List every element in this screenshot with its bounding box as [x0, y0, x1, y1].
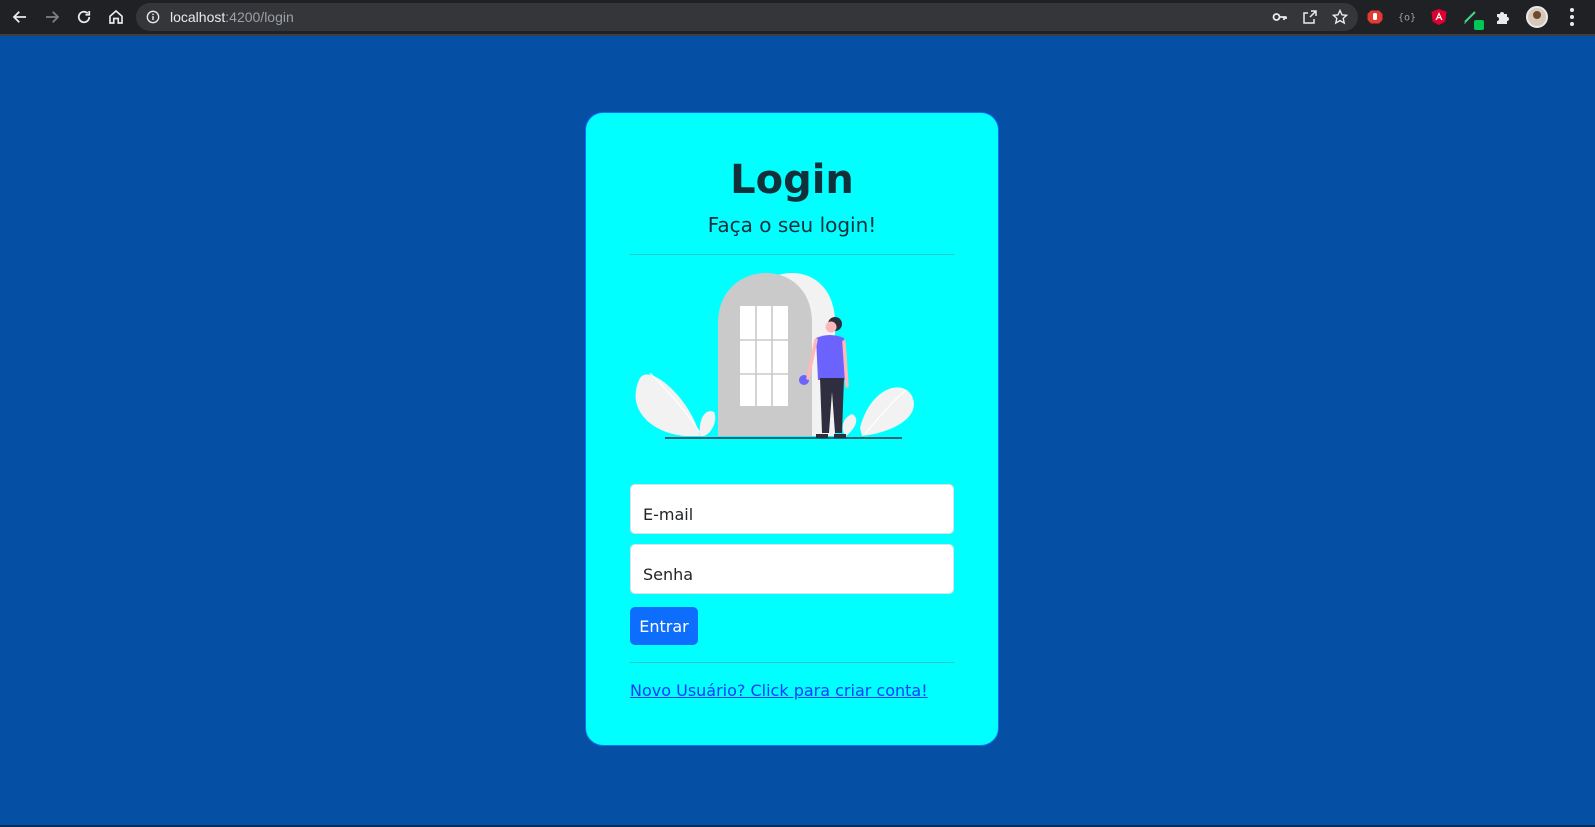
url-path: :4200/login: [225, 9, 294, 25]
reload-icon[interactable]: [68, 0, 100, 34]
title-divider: [630, 254, 954, 255]
home-icon[interactable]: [100, 0, 132, 34]
email-placeholder: E-mail: [643, 505, 694, 524]
browser-toolbar: localhost:4200/login {o}: [0, 0, 1595, 34]
puzzle-icon[interactable]: [1494, 8, 1512, 26]
browser-menu-icon[interactable]: [1562, 0, 1582, 34]
angular-icon[interactable]: [1430, 8, 1448, 26]
stop-hand-icon[interactable]: [1366, 8, 1384, 26]
key-icon[interactable]: [1272, 9, 1288, 25]
login-card: Login Faça o seu login! E-mail Senha Ent…: [585, 112, 999, 746]
form-divider: [630, 662, 954, 663]
page-subtitle: Faça o seu login!: [707, 213, 877, 237]
address-bar[interactable]: localhost:4200/login: [136, 3, 1358, 31]
url-host: localhost: [170, 9, 226, 25]
page-title: Login: [730, 157, 854, 203]
toolbar-divider: [0, 34, 1595, 36]
back-arrow-icon[interactable]: [4, 0, 36, 34]
share-icon[interactable]: [1302, 9, 1318, 25]
email-field[interactable]: E-mail: [630, 484, 954, 534]
info-icon[interactable]: [146, 10, 160, 24]
star-icon[interactable]: [1332, 9, 1348, 25]
password-placeholder: Senha: [643, 565, 694, 584]
forward-arrow-icon[interactable]: [36, 0, 68, 34]
submit-button[interactable]: Entrar: [630, 607, 698, 645]
profile-avatar[interactable]: [1526, 6, 1548, 28]
password-field[interactable]: Senha: [630, 544, 954, 594]
svg-text:{o}: {o}: [1398, 13, 1416, 24]
edit-badge-icon[interactable]: [1462, 8, 1484, 30]
url-text: localhost:4200/login: [170, 9, 294, 25]
door-illustration: [635, 273, 914, 439]
braces-icon[interactable]: {o}: [1398, 8, 1416, 26]
register-link[interactable]: Novo Usuário? Click para criar conta!: [630, 681, 928, 700]
extension-badge: [1474, 20, 1484, 30]
